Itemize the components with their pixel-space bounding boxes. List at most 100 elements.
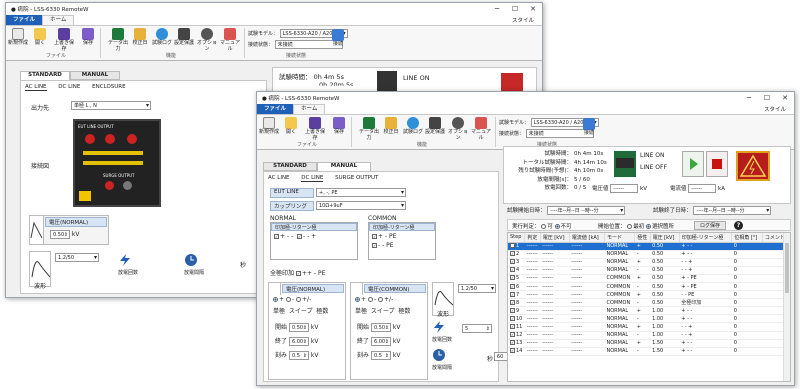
- start-datetime[interactable]: ----年--月--日 --時--分: [547, 206, 626, 215]
- step-checkbox[interactable]: ✓: [510, 283, 515, 289]
- mode-single[interactable]: 単極: [355, 308, 367, 315]
- mode-poles[interactable]: 極数: [316, 308, 328, 315]
- step-checkbox[interactable]: ✓: [510, 307, 515, 313]
- calibration-button[interactable]: 校正日: [381, 117, 401, 136]
- new-button[interactable]: 新規作成: [259, 117, 279, 136]
- minimize-icon[interactable]: ─: [740, 92, 758, 104]
- save-log-button[interactable]: ログ保存: [694, 221, 726, 230]
- table-row[interactable]: ✓ 12 ------ ------ ------ NORMAL -1.00- - +0: [508, 331, 790, 340]
- table-row[interactable]: ✓ 8 ------ ------ ------ COMMON -0.50 全極印加 0: [508, 298, 790, 308]
- subtab-enclosure[interactable]: ENCLOSURE: [92, 84, 125, 90]
- step-checkbox[interactable]: ✓: [510, 291, 515, 297]
- column-header[interactable]: 極性: [634, 233, 651, 243]
- column-header[interactable]: 判定: [524, 233, 541, 243]
- step-checkbox[interactable]: ✓: [510, 332, 515, 338]
- help-icon[interactable]: ?: [734, 221, 743, 230]
- minimize-icon[interactable]: ─: [488, 3, 506, 15]
- option-button[interactable]: オプション: [447, 117, 469, 141]
- discharge-count-input[interactable]: 5: [462, 324, 492, 333]
- table-scrollbar[interactable]: [783, 233, 790, 381]
- stop-button[interactable]: [706, 151, 728, 177]
- maximize-icon[interactable]: ☐: [758, 92, 776, 104]
- step-checkbox[interactable]: ✓: [510, 275, 515, 281]
- normal-both-radio[interactable]: [296, 297, 302, 302]
- column-header[interactable]: 電圧 [kV]: [650, 233, 680, 243]
- table-row[interactable]: ✓ 6 ------ ------ ------ COMMON -0.50 + - PE 0: [508, 282, 790, 292]
- table-row[interactable]: ✓ 5 ------ ------ ------ COMMON +0.50 + - PE 0: [508, 274, 790, 283]
- connect-button[interactable]: 接続: [328, 29, 348, 48]
- tab-manual[interactable]: MANUAL: [70, 71, 120, 80]
- start-button[interactable]: [682, 151, 704, 177]
- mode-single[interactable]: 単極: [273, 308, 285, 315]
- eut-line-select[interactable]: +, -, PE: [316, 188, 406, 197]
- end-datetime[interactable]: ----年--月--日 --時--分: [693, 206, 772, 215]
- new-button[interactable]: 新規作成: [8, 28, 28, 47]
- column-header[interactable]: モード: [604, 233, 636, 243]
- normal-neg-radio[interactable]: [285, 297, 291, 302]
- output-select[interactable]: 単極 L , N: [71, 101, 151, 110]
- waveform-select[interactable]: 1.2/50: [55, 253, 99, 262]
- manual-button[interactable]: マニュアル: [219, 28, 241, 52]
- close-icon[interactable]: ✕: [524, 3, 542, 15]
- style-menu[interactable]: スタイル: [764, 105, 794, 113]
- close-icon[interactable]: ✕: [776, 92, 794, 104]
- table-row[interactable]: ✓ 14 ------ ------ ------ NORMAL -1.50 + - -0: [508, 347, 790, 356]
- common-neg-radio[interactable]: [367, 297, 373, 302]
- common-both-radio[interactable]: [378, 297, 384, 302]
- file-menu[interactable]: ファイル: [6, 15, 43, 25]
- step-checkbox[interactable]: ✓: [510, 243, 515, 249]
- tab-manual[interactable]: MANUAL: [317, 162, 371, 171]
- save-button[interactable]: 保存: [78, 28, 98, 47]
- all-poles-checkbox[interactable]: ✓ ++ - PE: [295, 270, 325, 277]
- common-start-input[interactable]: 0.50: [370, 323, 391, 332]
- mode-sweep[interactable]: スイープ: [371, 308, 395, 315]
- waveform-select[interactable]: 1.2/50: [458, 284, 496, 293]
- test-log-button[interactable]: 試験ログ: [403, 117, 423, 136]
- step-checkbox[interactable]: ✓: [510, 267, 515, 273]
- data-export-button[interactable]: データ出力: [357, 117, 381, 141]
- maximize-icon[interactable]: ☐: [506, 3, 524, 15]
- exec-ok-radio[interactable]: [541, 224, 547, 229]
- table-row[interactable]: ✓ 10 ------ ------ ------ NORMAL -1.00 + - -0: [508, 314, 790, 324]
- common-step-input[interactable]: 0.5: [370, 351, 391, 360]
- normal-item-1[interactable]: ✓ + - -: [274, 233, 293, 240]
- table-row[interactable]: ✓ 7 ------ ------ ------ COMMON +0.50- - PE 0: [508, 290, 790, 300]
- exec-ng-radio[interactable]: [554, 224, 560, 229]
- table-row[interactable]: ✓ 4 ------ ------ ------ NORMAL -0.50- - +0: [508, 266, 790, 275]
- step-checkbox[interactable]: ✓: [510, 340, 515, 346]
- test-log-button[interactable]: 試験ログ: [152, 28, 172, 47]
- voltage-input[interactable]: 0.50: [50, 230, 70, 239]
- step-checkbox[interactable]: ✓: [510, 323, 515, 329]
- overwrite-save-button[interactable]: 上書き保存: [52, 28, 76, 52]
- home-tab[interactable]: ホーム: [42, 15, 75, 25]
- manual-button[interactable]: マニュアル: [470, 117, 492, 141]
- open-button[interactable]: 開く: [30, 28, 50, 47]
- pos-first-radio[interactable]: [627, 224, 633, 229]
- subtab-ac-line[interactable]: AC LINE: [25, 84, 47, 91]
- style-menu[interactable]: スタイル: [512, 16, 542, 24]
- calibration-button[interactable]: 校正日: [130, 28, 150, 47]
- option-button[interactable]: オプション: [196, 28, 218, 52]
- mode-poles[interactable]: 極数: [398, 308, 410, 315]
- common-pos-radio[interactable]: [355, 297, 360, 302]
- table-row[interactable]: ✓ 13 ------ ------ ------ NORMAL +1.50 + - -0: [508, 339, 790, 348]
- step-checkbox[interactable]: ✓: [510, 299, 515, 305]
- protect-button[interactable]: 設定保護: [425, 117, 445, 136]
- tab-standard[interactable]: STANDARD: [20, 71, 70, 80]
- save-button[interactable]: 保存: [329, 117, 349, 136]
- table-row[interactable]: ✓ 9 ------ ------ ------ NORMAL +1.00 + - -0: [508, 306, 790, 316]
- home-tab[interactable]: ホーム: [293, 104, 326, 114]
- normal-end-input[interactable]: 6.00: [288, 337, 309, 346]
- table-row[interactable]: ✓ 2 ------ ------ ------ NORMAL -0.50 + - -0: [508, 250, 790, 259]
- normal-item-2[interactable]: ✓ - - +: [297, 233, 316, 240]
- protect-button[interactable]: 設定保護: [174, 28, 194, 47]
- column-header[interactable]: Step: [508, 233, 526, 243]
- mode-sweep[interactable]: スイープ: [289, 308, 313, 315]
- common-item-2[interactable]: ✓ - - PE: [369, 242, 435, 249]
- step-checkbox[interactable]: ✓: [510, 251, 515, 257]
- subtab-dc-line[interactable]: DC LINE: [58, 84, 80, 90]
- table-row[interactable]: ✓ 1 ------ ------ ------ NORMAL +0.50 + - -0: [508, 242, 790, 251]
- file-menu[interactable]: ファイル: [257, 104, 294, 114]
- connect-button[interactable]: 接続: [579, 118, 599, 137]
- normal-start-input[interactable]: 0.50: [288, 323, 309, 332]
